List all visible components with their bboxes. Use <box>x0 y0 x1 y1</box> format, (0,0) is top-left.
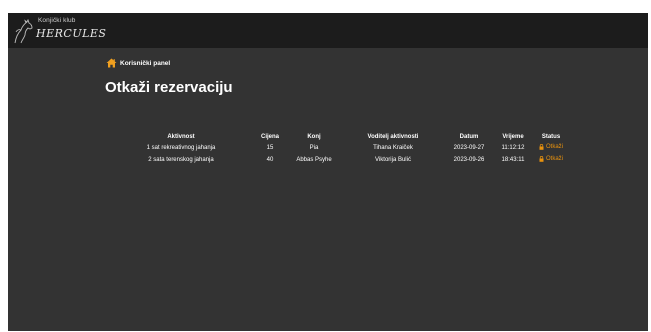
lock-icon <box>539 156 544 162</box>
column-header-konj: Konj <box>307 133 321 140</box>
table-header-row: Aktivnost Cijena Konj Voditelj aktivnost… <box>108 131 570 142</box>
lock-icon <box>539 144 544 150</box>
column-header-vrijeme: Vrijeme <box>502 133 524 140</box>
brand-logo[interactable]: Konjički klub HERCULES <box>12 15 122 47</box>
table-row: 2 sata terenskog jahanja 40 Abbas Psyhe … <box>108 154 570 166</box>
brand-subtitle: Konjički klub <box>38 17 76 24</box>
page-title: Otkaži rezervaciju <box>105 79 233 96</box>
horse-logo-icon <box>14 19 33 44</box>
cell-status: Otkaži <box>532 142 570 154</box>
table-row: 1 sat rekreativnog jahanja 15 Pia Tihana… <box>108 142 570 154</box>
cell-cijena: 40 <box>266 157 274 163</box>
breadcrumb: Korisnički panel <box>106 58 170 68</box>
cell-datum: 2023-09-26 <box>453 157 485 163</box>
column-header-aktivnost: Aktivnost <box>167 133 195 140</box>
top-navbar: Konjički klub HERCULES <box>8 13 648 48</box>
cancel-reservation-button[interactable]: Otkaži <box>539 144 563 150</box>
column-header-status: Status <box>541 133 561 140</box>
cell-aktivnost: 2 sata terenskog jahanja <box>148 157 214 163</box>
cell-cijena: 15 <box>266 145 274 151</box>
cancel-label: Otkaži <box>545 144 563 150</box>
cancel-reservation-button[interactable]: Otkaži <box>539 156 563 162</box>
column-header-voditelj: Voditelj aktivnosti <box>367 133 419 140</box>
brand-name: HERCULES <box>36 27 107 40</box>
cell-voditelj: Tihana Kraiček <box>373 145 413 151</box>
app-window: Konjički klub HERCULES Korisnički panel … <box>8 13 648 331</box>
cell-aktivnost: 1 sat rekreativnog jahanja <box>146 145 216 151</box>
cell-konj: Abbas Psyhe <box>296 157 332 163</box>
cancel-label: Otkaži <box>545 156 563 162</box>
column-header-datum: Datum <box>459 133 479 140</box>
cell-voditelj: Viktorija Bulić <box>375 157 411 163</box>
cell-status: Otkaži <box>532 154 570 166</box>
cell-vrijeme: 11:12:12 <box>501 145 525 151</box>
cell-konj: Pia <box>309 145 319 151</box>
cell-vrijeme: 18:43:11 <box>501 157 525 163</box>
column-header-cijena: Cijena <box>260 133 279 140</box>
breadcrumb-user-panel-link[interactable]: Korisnički panel <box>120 60 170 67</box>
home-icon <box>106 58 117 68</box>
cell-datum: 2023-09-27 <box>453 145 485 151</box>
reservations-table: Aktivnost Cijena Konj Voditelj aktivnost… <box>108 131 570 166</box>
